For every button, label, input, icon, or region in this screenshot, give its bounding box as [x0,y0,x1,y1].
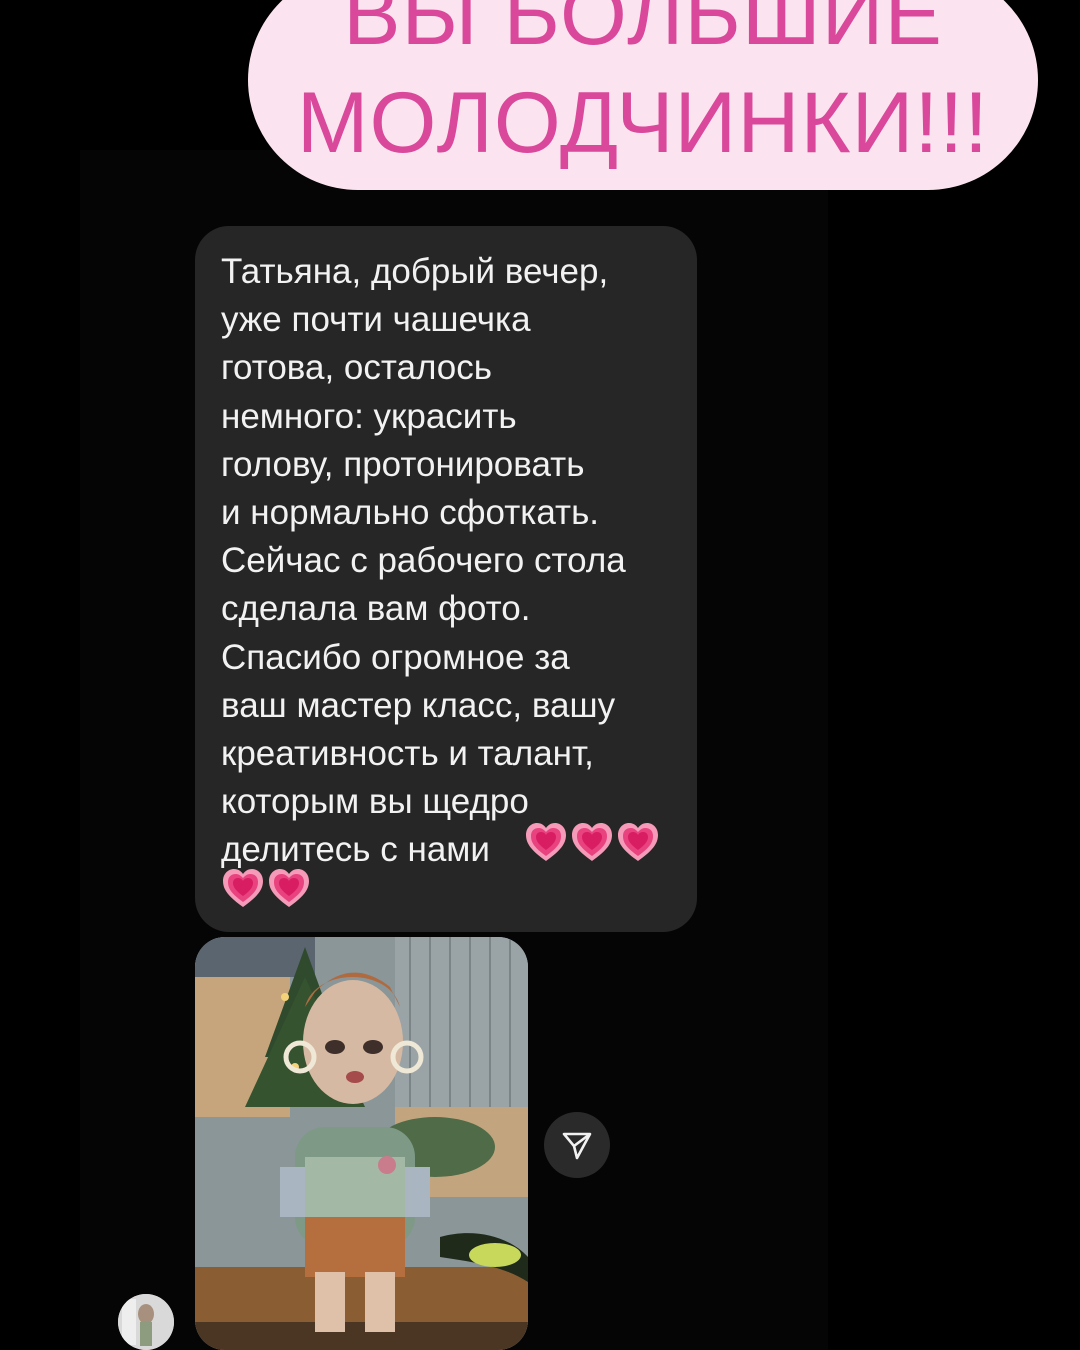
growing-heart-icon [572,823,612,861]
hearts-inline [524,820,660,864]
share-button[interactable] [544,1112,610,1178]
message-text: Татьяна, добрый вечер, уже почти чашечка… [221,252,626,870]
hearts-second-line [221,866,311,910]
banner-line-1: ВЫ БОЛЬШИЕ [343,0,943,63]
avatar-image [118,1294,174,1350]
growing-heart-icon [526,823,566,861]
banner-line-2: МОЛОДЧИНКИ!!! [296,75,990,171]
growing-heart-icon [223,869,263,907]
paper-plane-icon [562,1132,592,1160]
doll-photo[interactable] [195,937,528,1350]
growing-heart-icon [618,823,658,861]
doll-photo-illustration [195,937,528,1350]
user-avatar[interactable] [118,1294,174,1350]
growing-heart-icon [269,869,309,907]
